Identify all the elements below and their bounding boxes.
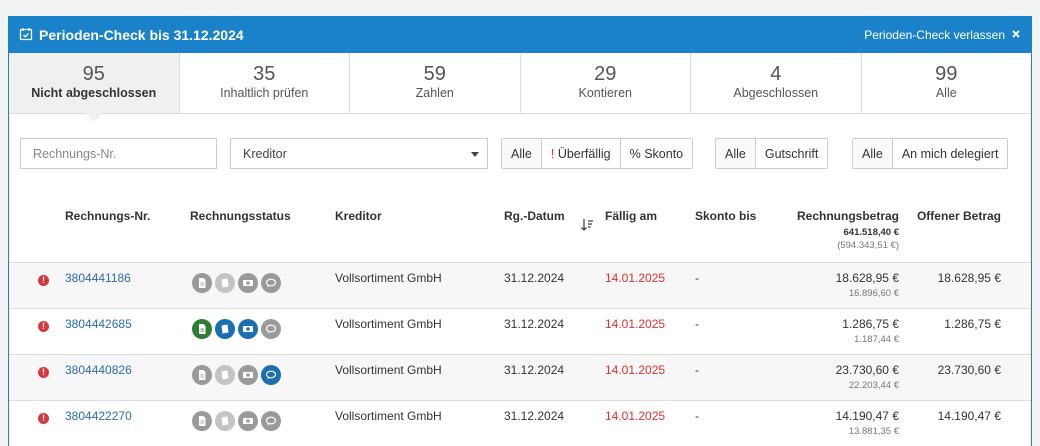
- calendar-check-icon: [19, 27, 33, 44]
- invoice-number-link[interactable]: 3804440826: [65, 363, 132, 377]
- column-creditor[interactable]: Kreditor: [335, 209, 382, 223]
- invoice-amount: 1.286,75 €: [842, 317, 899, 331]
- document-icon[interactable]: [192, 365, 212, 385]
- status-icons: [192, 411, 281, 431]
- money-icon[interactable]: [238, 273, 258, 293]
- money-icon[interactable]: [238, 411, 258, 431]
- invoice-amount-net: 16.896,60 €: [848, 288, 899, 299]
- creditor-name: Vollsortiment GmbH: [335, 363, 442, 377]
- due-date: 14.01.2025: [605, 317, 666, 331]
- document-icon[interactable]: [192, 411, 212, 431]
- exclamation-circle-icon: !: [38, 275, 49, 286]
- table-row[interactable]: ! 3804440826 Vollsortiment GmbH 31.12.20…: [9, 355, 1031, 401]
- chevron-down-icon: [471, 152, 479, 157]
- close-icon: [1011, 28, 1021, 42]
- table-row[interactable]: ! 3804441186 Vollsortiment GmbH 31.12.20…: [9, 263, 1031, 309]
- money-icon[interactable]: [238, 319, 258, 339]
- book-icon[interactable]: [215, 319, 235, 339]
- discount-until: -: [695, 271, 699, 285]
- column-open-amount[interactable]: Offener Betrag: [917, 209, 1001, 223]
- discount-until: -: [695, 317, 699, 331]
- filter-credit-note-button[interactable]: Gutschrift: [754, 139, 828, 168]
- tab-abgeschlossen[interactable]: 4 Abgeschlossen: [691, 53, 862, 113]
- filter-overdue-button[interactable]: ! Überfällig: [540, 139, 620, 168]
- filter-delegation-all-button[interactable]: Alle: [853, 139, 892, 168]
- status-icons: [192, 365, 281, 385]
- sort-desc-icon[interactable]: [580, 218, 594, 235]
- invoice-amount-total: 641.518,40 €: [843, 227, 899, 238]
- creditor-name: Vollsortiment GmbH: [335, 409, 442, 423]
- invoice-number-input[interactable]: Rechnungs-Nr.: [20, 138, 217, 169]
- filter-delegated-to-me-button[interactable]: An mich delegiert: [891, 139, 1008, 168]
- filter-type-all-button[interactable]: Alle: [716, 139, 755, 168]
- invoice-amount: 14.190,47 €: [835, 409, 899, 423]
- table-row[interactable]: ! 3804422270 Vollsortiment GmbH 31.12.20…: [9, 401, 1031, 446]
- table-row[interactable]: ! 3804442685 Vollsortiment GmbH 31.12.20…: [9, 309, 1031, 355]
- invoice-number-link[interactable]: 3804442685: [65, 317, 132, 331]
- invoice-amount-total-net: (594.343,51 €): [837, 240, 899, 251]
- open-amount: 1.286,75 €: [944, 317, 1001, 331]
- invoice-amount: 18.628,95 €: [835, 271, 899, 285]
- book-icon[interactable]: [215, 273, 235, 293]
- invoice-number-link[interactable]: 3804441186: [65, 271, 131, 285]
- open-amount: 23.730,60 €: [937, 363, 1001, 377]
- discount-until: -: [695, 363, 699, 377]
- creditor-name: Vollsortiment GmbH: [335, 271, 442, 285]
- invoice-date: 31.12.2024: [504, 317, 565, 331]
- comment-icon[interactable]: [261, 273, 281, 293]
- creditor-name: Vollsortiment GmbH: [335, 317, 442, 331]
- column-due-date[interactable]: Fällig am: [605, 209, 657, 223]
- column-invoice-number[interactable]: Rechnungs-Nr.: [65, 209, 150, 223]
- status-tabs: 95 Nicht abgeschlossen 35 Inhaltlich prü…: [9, 53, 1032, 122]
- creditor-select[interactable]: Kreditor: [230, 138, 488, 169]
- delegation-filter-group: Alle An mich delegiert: [852, 138, 1009, 169]
- document-icon[interactable]: [192, 319, 212, 339]
- period-check-panel: Perioden-Check bis 31.12.2024 Perioden-C…: [8, 16, 1032, 446]
- comment-icon[interactable]: [261, 411, 281, 431]
- tab-zahlen[interactable]: 59 Zahlen: [350, 53, 521, 113]
- book-icon[interactable]: [215, 411, 235, 431]
- tab-alle[interactable]: 99 Alle: [862, 53, 1032, 113]
- money-icon[interactable]: [238, 365, 258, 385]
- column-discount-until[interactable]: Skonto bis: [695, 209, 756, 223]
- exclamation-circle-icon: !: [38, 413, 49, 424]
- invoice-amount-net: 22.203,44 €: [848, 380, 899, 391]
- document-icon[interactable]: [192, 273, 212, 293]
- discount-until: -: [695, 409, 699, 423]
- comment-icon[interactable]: [261, 365, 281, 385]
- open-amount: 14.190,47 €: [937, 409, 1001, 423]
- due-date: 14.01.2025: [605, 409, 666, 423]
- credit-note-filter-group: Alle Gutschrift: [715, 138, 829, 169]
- filter-all-button[interactable]: Alle: [502, 139, 541, 168]
- invoice-date: 31.12.2024: [504, 409, 565, 423]
- filter-bar: Rechnungs-Nr. Kreditor Alle ! Überfällig…: [9, 114, 1031, 190]
- invoice-number-link[interactable]: 3804422270: [65, 409, 132, 423]
- column-status[interactable]: Rechnungsstatus: [190, 209, 291, 223]
- comment-icon[interactable]: [261, 319, 281, 339]
- invoice-amount-net: 1.187,44 €: [854, 334, 899, 345]
- invoice-date: 31.12.2024: [504, 271, 565, 285]
- due-date: 14.01.2025: [605, 271, 666, 285]
- column-invoice-date[interactable]: Rg.-Datum: [504, 209, 565, 223]
- filter-discount-button[interactable]: % Skonto: [619, 139, 693, 168]
- tab-nicht-abgeschlossen[interactable]: 95 Nicht abgeschlossen: [9, 53, 180, 122]
- status-icons: [192, 273, 281, 293]
- book-icon[interactable]: [215, 365, 235, 385]
- tab-inhaltlich-pruefen[interactable]: 35 Inhaltlich prüfen: [180, 53, 350, 113]
- column-invoice-amount[interactable]: Rechnungsbetrag: [797, 209, 899, 223]
- status-icons: [192, 319, 281, 339]
- invoice-date: 31.12.2024: [504, 363, 565, 377]
- invoice-amount: 23.730,60 €: [835, 363, 899, 377]
- due-filter-group: Alle ! Überfällig % Skonto: [501, 138, 694, 169]
- open-amount: 18.628,95 €: [937, 271, 1001, 285]
- exclamation-circle-icon: !: [38, 321, 49, 332]
- page-title: Perioden-Check bis 31.12.2024: [39, 27, 244, 43]
- exclamation-circle-icon: !: [38, 367, 49, 378]
- exit-period-check-link[interactable]: Perioden-Check verlassen: [864, 28, 1021, 42]
- invoice-amount-net: 13.881,35 €: [848, 426, 899, 437]
- tab-kontieren[interactable]: 29 Kontieren: [521, 53, 691, 113]
- table-header: Rechnungs-Nr. Rechnungsstatus Kreditor R…: [9, 190, 1031, 263]
- panel-header: Perioden-Check bis 31.12.2024 Perioden-C…: [9, 17, 1031, 53]
- due-date: 14.01.2025: [605, 363, 666, 377]
